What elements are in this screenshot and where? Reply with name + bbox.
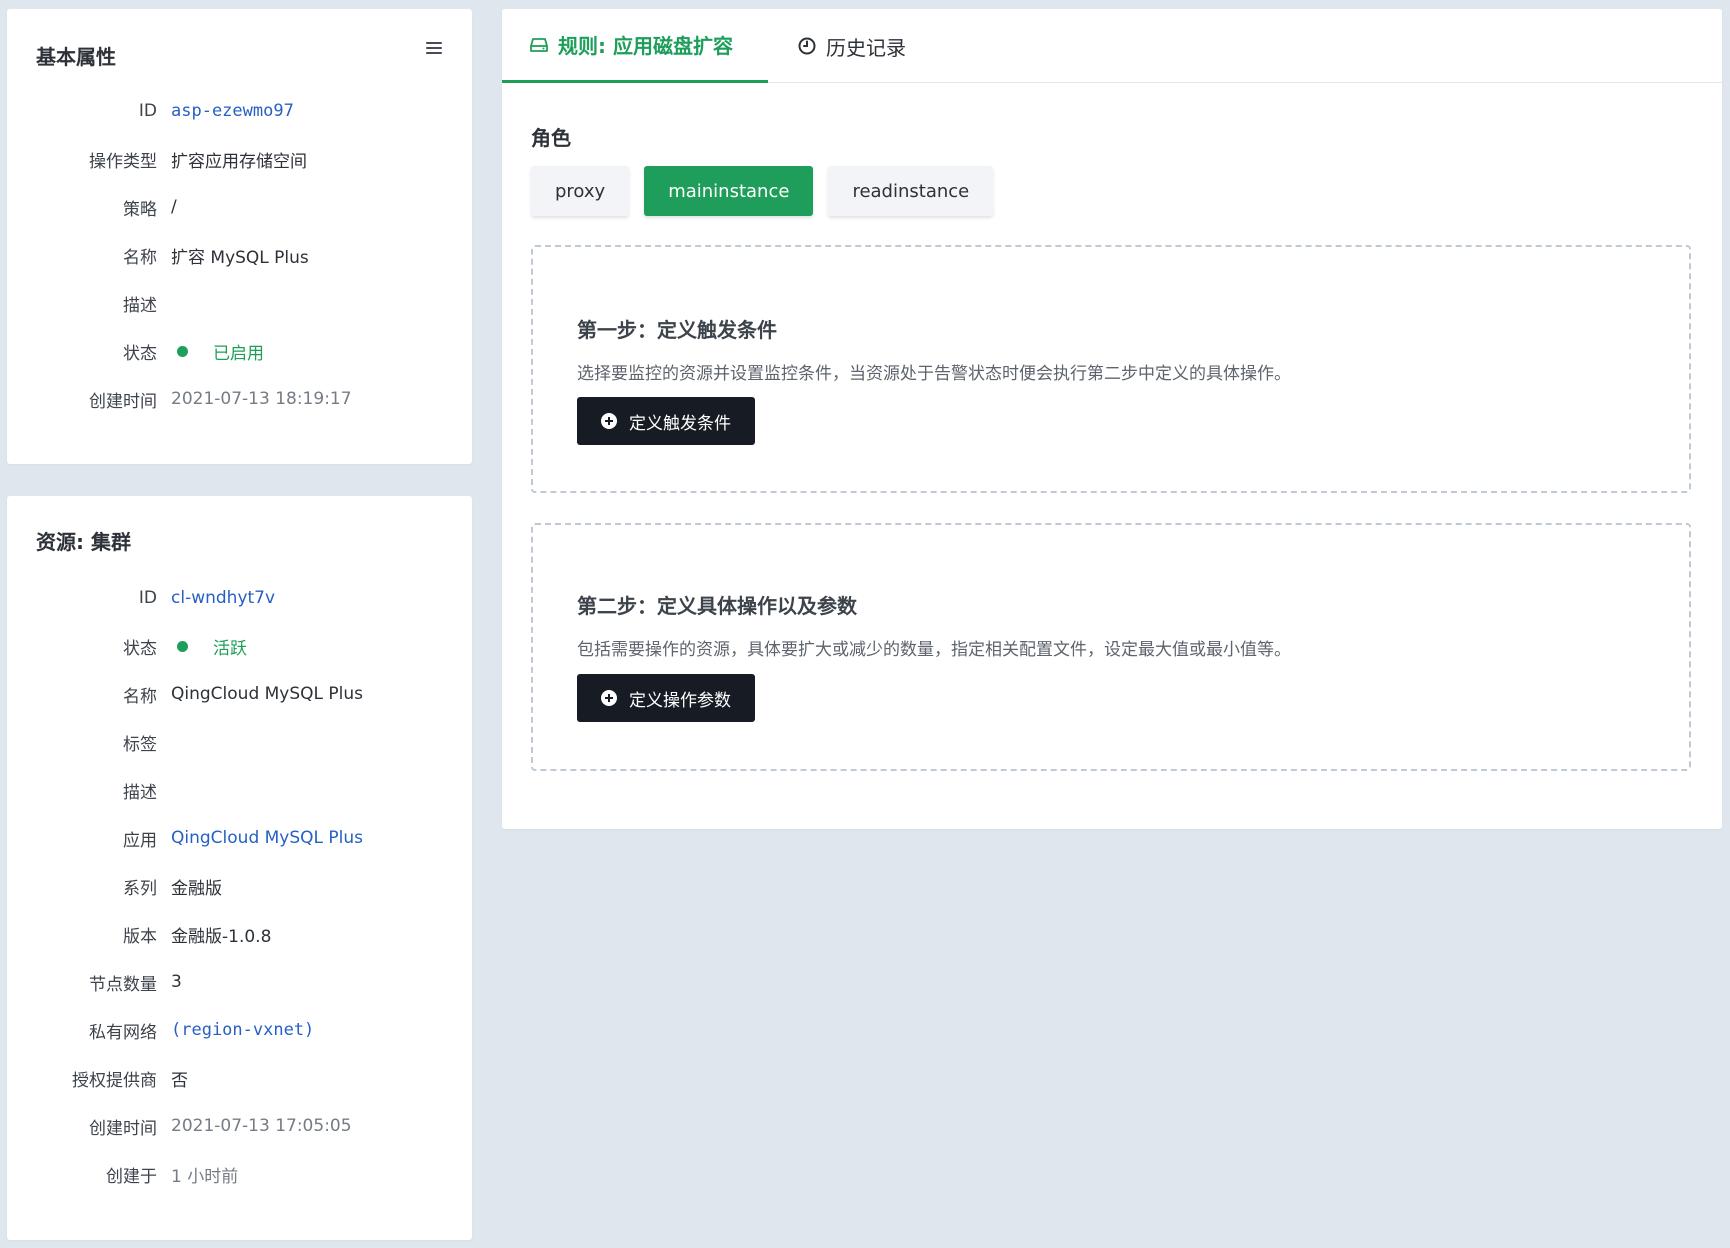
role-proxy-button[interactable]: proxy: [531, 166, 630, 216]
tab-history-label: 历史记录: [826, 35, 906, 60]
field-label: 创建时间: [89, 1118, 157, 1139]
created-time-value: 2021-07-13 17:05:05: [171, 1116, 352, 1136]
step-action-box: 第二步：定义具体操作以及参数 包括需要操作的资源，具体要扩大或减少的数量，指定相…: [531, 523, 1691, 771]
field-label: 应用: [123, 830, 157, 851]
tab-rule-label: 规则: 应用磁盘扩容: [558, 34, 733, 58]
policy-id-link[interactable]: asp-ezewmo97: [171, 101, 294, 121]
menu-icon[interactable]: [426, 40, 442, 56]
role-selector: proxy maininstance readinstance: [531, 166, 994, 216]
roles-label: 角色: [531, 126, 571, 150]
status-dot-icon: [177, 640, 188, 652]
tab-rule[interactable]: 规则: 应用磁盘扩容: [502, 9, 768, 83]
disk-icon: [530, 37, 548, 53]
resource-card: 资源: 集群 ID cl-wndhyt7v 状态 活跃 名称 QingCloud…: [7, 496, 472, 1240]
role-readinstance-button[interactable]: readinstance: [828, 166, 994, 216]
field-label: 操作类型: [89, 151, 157, 172]
basic-row-name: 名称 扩容 MySQL Plus: [7, 240, 472, 270]
provider-value: 否: [171, 1070, 188, 1091]
rule-panel: 规则: 应用磁盘扩容 历史记录 角色 proxy maininstance re…: [502, 9, 1722, 829]
resource-row-series: 系列 金融版: [7, 871, 472, 901]
series-value: 金融版: [171, 878, 222, 899]
resource-row-created-ago: 创建于 1 小时前: [7, 1159, 472, 1189]
resource-row-app: 应用 QingCloud MySQL Plus: [7, 823, 472, 853]
status-text: 已启用: [213, 343, 264, 364]
operation-type-value: 扩容应用存储空间: [171, 151, 307, 172]
status-badge: 已启用: [171, 339, 264, 364]
status-dot-icon: [177, 345, 188, 357]
strategy-value: /: [171, 197, 177, 217]
resource-row-id: ID cl-wndhyt7v: [7, 583, 472, 613]
resource-row-description: 描述: [7, 775, 472, 805]
field-label: 节点数量: [89, 974, 157, 995]
field-label: ID: [138, 588, 157, 608]
role-maininstance-button[interactable]: maininstance: [644, 166, 814, 216]
field-label: 名称: [123, 247, 157, 268]
define-trigger-button[interactable]: 定义触发条件: [577, 397, 755, 445]
field-label: 描述: [123, 782, 157, 803]
resource-row-created-time: 创建时间 2021-07-13 17:05:05: [7, 1111, 472, 1141]
field-label: 系列: [123, 878, 157, 899]
resource-row-status: 状态 活跃: [7, 631, 472, 661]
app-link[interactable]: QingCloud MySQL Plus: [171, 828, 363, 848]
field-label: 创建于: [106, 1166, 157, 1187]
define-action-button[interactable]: 定义操作参数: [577, 674, 755, 722]
created-ago-value: 1 小时前: [171, 1166, 239, 1187]
field-label: 私有网络: [89, 1022, 157, 1043]
basic-properties-card: 基本属性 ID asp-ezewmo97 操作类型 扩容应用存储空间 策略 / …: [7, 9, 472, 464]
field-label: 标签: [123, 734, 157, 755]
step-trigger-box: 第一步：定义触发条件 选择要监控的资源并设置监控条件，当资源处于告警状态时便会执…: [531, 245, 1691, 493]
resource-row-version: 版本 金融版-1.0.8: [7, 919, 472, 949]
step-trigger-description: 选择要监控的资源并设置监控条件，当资源处于告警状态时便会执行第二步中定义的具体操…: [577, 364, 1291, 384]
plus-circle-icon: [601, 413, 617, 429]
resource-row-vxnet: 私有网络 (region-vxnet): [7, 1015, 472, 1045]
field-label: 创建时间: [89, 391, 157, 412]
field-label: ID: [138, 101, 157, 121]
step-action-description: 包括需要操作的资源，具体要扩大或减少的数量，指定相关配置文件，设定最大值或最小值…: [577, 640, 1291, 660]
resource-row-provider: 授权提供商 否: [7, 1063, 472, 1093]
created-time-value: 2021-07-13 18:19:17: [171, 389, 352, 409]
basic-properties-title: 基本属性: [36, 45, 116, 69]
define-action-label: 定义操作参数: [629, 690, 731, 711]
node-count-value: 3: [171, 972, 182, 992]
basic-row-id: ID asp-ezewmo97: [7, 96, 472, 126]
field-label: 描述: [123, 295, 157, 316]
field-label: 策略: [123, 199, 157, 220]
field-label: 状态: [123, 343, 157, 364]
basic-row-operation-type: 操作类型 扩容应用存储空间: [7, 144, 472, 174]
resource-row-name: 名称 QingCloud MySQL Plus: [7, 679, 472, 709]
plus-circle-icon: [601, 690, 617, 706]
field-label: 状态: [123, 638, 157, 659]
field-label: 版本: [123, 926, 157, 947]
step-action-title: 第二步：定义具体操作以及参数: [577, 594, 857, 618]
tab-bar: 规则: 应用磁盘扩容 历史记录: [502, 9, 1722, 83]
status-text: 活跃: [213, 638, 247, 659]
cluster-id-link[interactable]: cl-wndhyt7v: [171, 588, 275, 608]
vxnet-link[interactable]: (region-vxnet): [171, 1020, 314, 1040]
basic-row-strategy: 策略 /: [7, 192, 472, 222]
cluster-name-value: QingCloud MySQL Plus: [171, 684, 364, 704]
basic-row-description: 描述: [7, 288, 472, 318]
resource-row-node-count: 节点数量 3: [7, 967, 472, 997]
define-trigger-label: 定义触发条件: [629, 413, 731, 434]
version-value: 金融版-1.0.8: [171, 926, 272, 947]
basic-row-status: 状态 已启用: [7, 336, 472, 366]
name-value: 扩容 MySQL Plus: [171, 247, 309, 268]
cluster-status-badge: 活跃: [171, 634, 247, 659]
clock-icon: [798, 37, 816, 55]
step-trigger-title: 第一步：定义触发条件: [577, 318, 777, 342]
resource-row-tags: 标签: [7, 727, 472, 757]
field-label: 授权提供商: [72, 1070, 157, 1091]
field-label: 名称: [123, 686, 157, 707]
tab-history[interactable]: 历史记录: [798, 9, 906, 83]
basic-row-created: 创建时间 2021-07-13 18:19:17: [7, 384, 472, 414]
resource-title: 资源: 集群: [36, 530, 131, 554]
